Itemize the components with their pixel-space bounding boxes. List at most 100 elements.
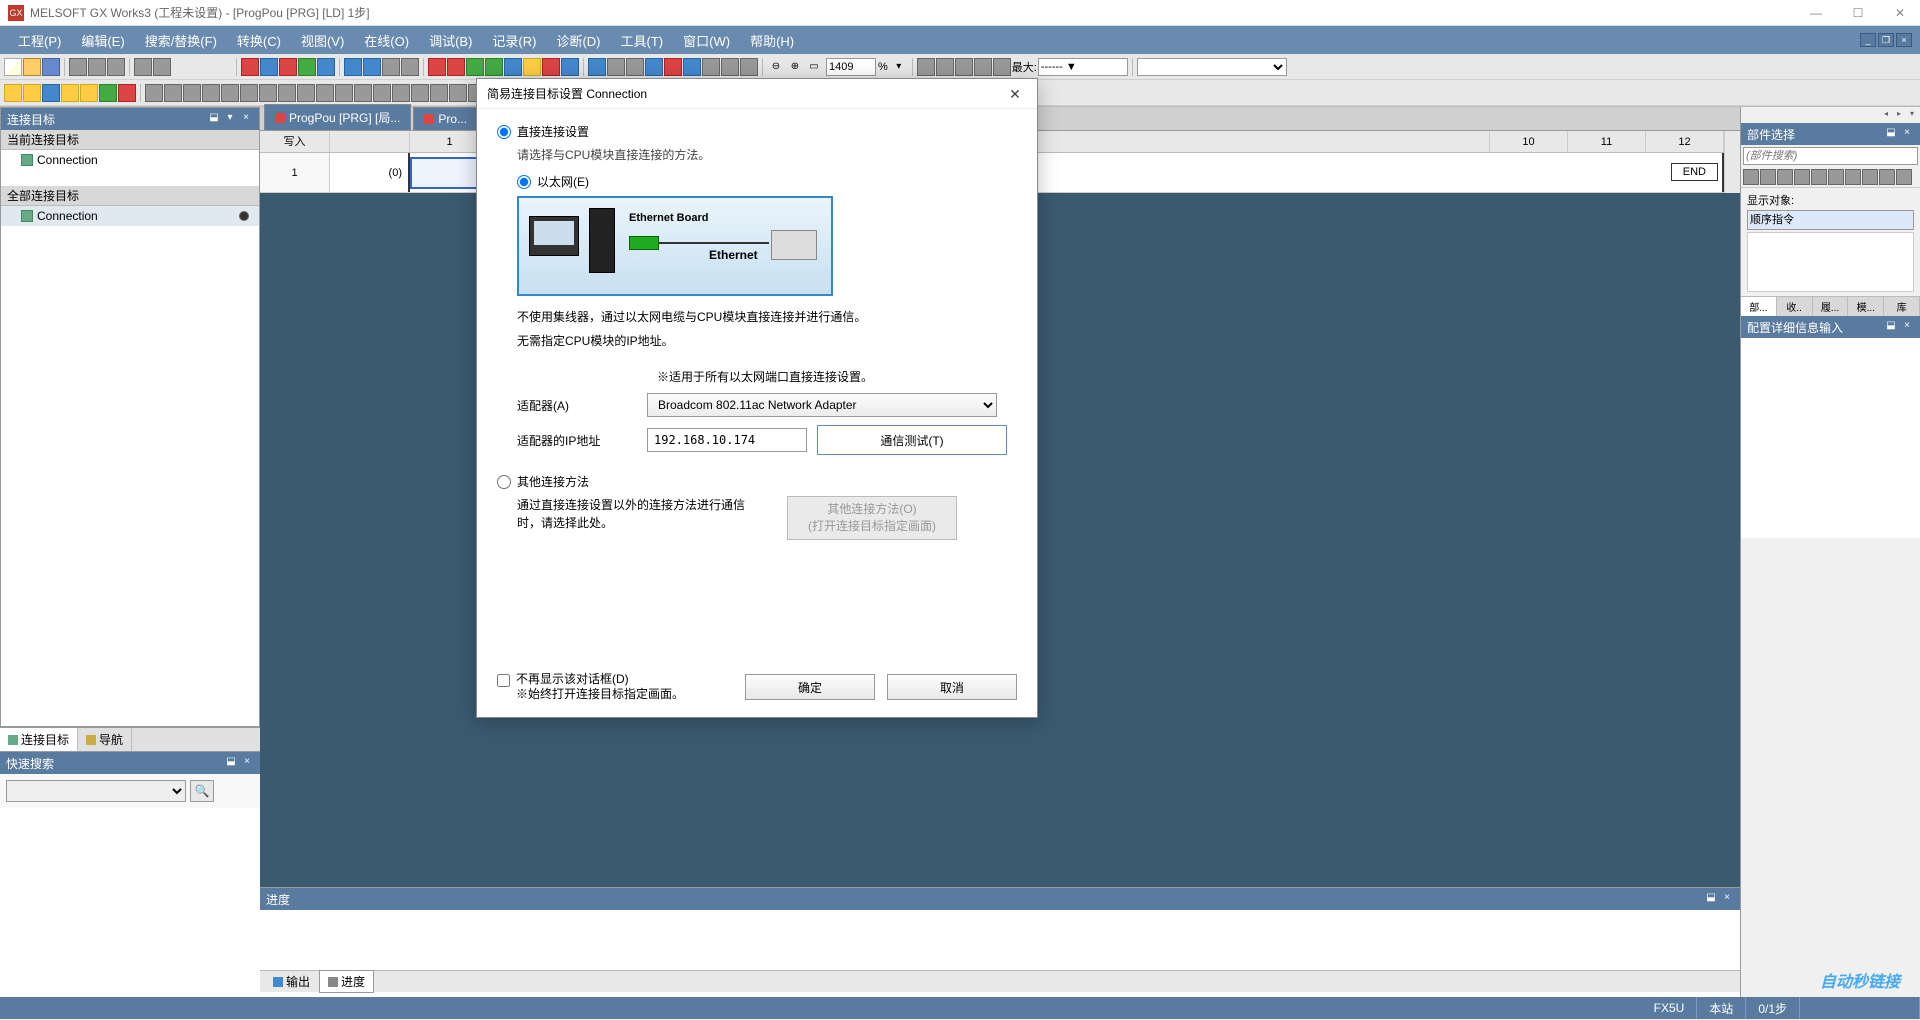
ladder-tool-icon[interactable]: [354, 84, 372, 102]
parts-tool-icon[interactable]: [1743, 169, 1759, 185]
adapter-combo[interactable]: Broadcom 802.11ac Network Adapter: [647, 393, 997, 417]
copy-icon[interactable]: [88, 58, 106, 76]
menu-window[interactable]: 窗口(W): [673, 27, 740, 54]
cancel-button[interactable]: 取消: [887, 674, 1017, 700]
tool-icon[interactable]: [317, 58, 335, 76]
tool-icon[interactable]: [542, 58, 560, 76]
ladder-tool-icon[interactable]: [259, 84, 277, 102]
tab-progress[interactable]: 进度: [319, 970, 374, 993]
tool-icon[interactable]: [447, 58, 465, 76]
tool-icon[interactable]: [241, 58, 259, 76]
panel-pin-icon[interactable]: ⬓: [1884, 127, 1898, 141]
other-method-radio[interactable]: 其他连接方法: [497, 473, 1017, 490]
parts-tool-icon[interactable]: [1862, 169, 1878, 185]
ethernet-diagram[interactable]: Ethernet Board Ethernet: [517, 196, 833, 296]
ladder-tool-icon[interactable]: [145, 84, 163, 102]
ladder-tool-icon[interactable]: [164, 84, 182, 102]
zoom-input[interactable]: [826, 58, 876, 76]
panel-pin-icon[interactable]: ⬓: [1704, 892, 1718, 906]
tool-icon[interactable]: [974, 58, 992, 76]
direct-radio-input[interactable]: [497, 125, 511, 139]
zoom-in-icon[interactable]: ⊕: [786, 58, 804, 76]
tool-icon[interactable]: [626, 58, 644, 76]
tool-icon[interactable]: [504, 58, 522, 76]
parts-tool-icon[interactable]: [1896, 169, 1912, 185]
minimize-button[interactable]: —: [1804, 6, 1828, 20]
tool-icon[interactable]: [466, 58, 484, 76]
tool-icon[interactable]: [561, 58, 579, 76]
menu-project[interactable]: 工程(P): [8, 27, 71, 54]
doc-tab-2[interactable]: Pro...: [413, 107, 478, 130]
ladder-tool-icon[interactable]: [61, 84, 79, 102]
tool-icon[interactable]: [382, 58, 400, 76]
tool-icon[interactable]: [363, 58, 381, 76]
tool-icon[interactable]: [936, 58, 954, 76]
menu-record[interactable]: 记录(R): [482, 27, 546, 54]
tab-navigation[interactable]: 导航: [78, 728, 132, 751]
scrollbar[interactable]: [1724, 131, 1740, 193]
paste-icon[interactable]: [107, 58, 125, 76]
nav-next-icon[interactable]: ▸: [1893, 109, 1905, 121]
cut-icon[interactable]: [69, 58, 87, 76]
parts-tool-icon[interactable]: [1811, 169, 1827, 185]
ip-input[interactable]: [647, 428, 807, 452]
mdi-restore-button[interactable]: ❐: [1878, 33, 1894, 47]
ladder-tool-icon[interactable]: [42, 84, 60, 102]
dont-show-checkbox[interactable]: [497, 674, 510, 687]
panel-close-icon[interactable]: ×: [1900, 320, 1914, 334]
panel-pin-icon[interactable]: ⬓: [207, 112, 221, 126]
parts-tab-1[interactable]: 收..: [1777, 297, 1813, 316]
new-icon[interactable]: [4, 58, 22, 76]
all-connection-item[interactable]: Connection: [1, 206, 259, 226]
ladder-tool-icon[interactable]: [240, 84, 258, 102]
ladder-tool-icon[interactable]: [430, 84, 448, 102]
parts-tab-3[interactable]: 模...: [1848, 297, 1884, 316]
quick-search-combo[interactable]: [6, 780, 186, 802]
parts-tab-0[interactable]: 部...: [1741, 297, 1777, 316]
panel-pin-icon[interactable]: ⬓: [224, 756, 238, 770]
menu-view[interactable]: 视图(V): [291, 27, 354, 54]
menu-convert[interactable]: 转换(C): [227, 27, 291, 54]
tool-icon[interactable]: [917, 58, 935, 76]
menu-online[interactable]: 在线(O): [354, 27, 419, 54]
menu-edit[interactable]: 编辑(E): [71, 27, 134, 54]
other-radio-input[interactable]: [497, 475, 511, 489]
tool-icon[interactable]: [401, 58, 419, 76]
ladder-tool-icon[interactable]: [183, 84, 201, 102]
ladder-tool-icon[interactable]: [278, 84, 296, 102]
panel-dropdown-icon[interactable]: ▾: [223, 112, 237, 126]
tool-icon[interactable]: [702, 58, 720, 76]
parts-tool-icon[interactable]: [1845, 169, 1861, 185]
undo-icon[interactable]: [134, 58, 152, 76]
display-target-combo[interactable]: 顺序指令: [1747, 210, 1914, 230]
toolbar-combo[interactable]: [1137, 58, 1287, 76]
parts-tool-icon[interactable]: [1760, 169, 1776, 185]
ladder-tool-icon[interactable]: [392, 84, 410, 102]
zoom-dropdown-icon[interactable]: ▾: [890, 58, 908, 76]
ladder-tool-icon[interactable]: [23, 84, 41, 102]
ladder-tool-icon[interactable]: [297, 84, 315, 102]
ethernet-radio[interactable]: 以太网(E): [517, 173, 1017, 190]
ladder-tool-icon[interactable]: [99, 84, 117, 102]
ladder-tool-icon[interactable]: [118, 84, 136, 102]
tool-icon[interactable]: [955, 58, 973, 76]
ladder-tool-icon[interactable]: [80, 84, 98, 102]
menu-diagnose[interactable]: 诊断(D): [546, 27, 610, 54]
open-icon[interactable]: [23, 58, 41, 76]
ladder-tool-icon[interactable]: [335, 84, 353, 102]
doc-tab-progpou[interactable]: ProgPou [PRG] [局...: [264, 104, 411, 130]
menu-search[interactable]: 搜索/替换(F): [135, 27, 227, 54]
tool-icon[interactable]: [279, 58, 297, 76]
close-button[interactable]: ✕: [1888, 6, 1912, 20]
ladder-tool-icon[interactable]: [411, 84, 429, 102]
panel-close-icon[interactable]: ×: [1900, 127, 1914, 141]
parts-search-input[interactable]: [1743, 147, 1918, 165]
panel-close-icon[interactable]: ×: [240, 756, 254, 770]
mdi-minimize-button[interactable]: _: [1860, 33, 1876, 47]
maximize-button[interactable]: ☐: [1846, 6, 1870, 20]
parts-tool-icon[interactable]: [1828, 169, 1844, 185]
tool-icon[interactable]: [260, 58, 278, 76]
parts-tool-icon[interactable]: [1777, 169, 1793, 185]
ladder-tool-icon[interactable]: [449, 84, 467, 102]
dialog-close-button[interactable]: ✕: [1003, 82, 1027, 106]
